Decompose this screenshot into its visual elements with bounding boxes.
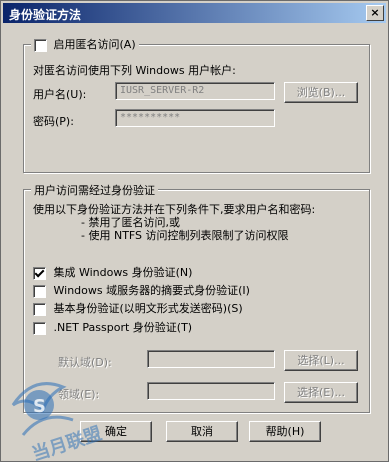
- username-field[interactable]: IUSR_SERVER-R2: [115, 82, 275, 100]
- passport-auth-label: .NET Passport 身份验证(T): [53, 321, 193, 334]
- watermark-text: 当月联盟: [29, 422, 104, 465]
- site-watermark: S 当月联盟: [3, 365, 123, 465]
- browse-button[interactable]: 浏览(B)...: [284, 82, 358, 103]
- svg-text:S: S: [33, 396, 46, 417]
- digest-auth-checkbox[interactable]: [33, 284, 46, 298]
- digest-auth-label: Windows 域服务器的摘要式身份验证(I): [53, 284, 250, 297]
- username-label: 用户名(U):: [33, 88, 87, 101]
- anonymous-account-desc: 对匿名访问使用下列 Windows 用户帐户:: [33, 64, 236, 77]
- auth-methods-dialog: 身份验证方法 × 启用匿名访问(A) 对匿名访问使用下列 Windows 用户帐…: [0, 0, 389, 465]
- auth-desc-line3: - 使用 NTFS 访问控制列表限制了访问权限: [81, 229, 289, 242]
- integrated-windows-auth-checkbox[interactable]: [33, 266, 46, 280]
- dialog-title: 身份验证方法: [9, 8, 82, 22]
- anonymous-access-checkbox[interactable]: [34, 38, 47, 52]
- watermark-logo-icon: S 当月联盟: [11, 382, 104, 465]
- passport-auth-option[interactable]: .NET Passport 身份验证(T): [33, 319, 192, 335]
- integrated-windows-auth-option[interactable]: 集成 Windows 身份验证(N): [33, 264, 192, 280]
- basic-auth-option[interactable]: 基本身份验证(以明文形式发送密码)(S): [33, 300, 243, 316]
- anonymous-access-toggle[interactable]: 启用匿名访问(A): [31, 36, 139, 52]
- passport-auth-checkbox[interactable]: [33, 321, 46, 335]
- realm-field[interactable]: [147, 382, 275, 400]
- password-label: 密码(P):: [33, 115, 74, 128]
- select-domain-button[interactable]: 选择(L)...: [284, 350, 358, 371]
- digest-auth-option[interactable]: Windows 域服务器的摘要式身份验证(I): [33, 282, 250, 298]
- cancel-button[interactable]: 取消: [166, 421, 238, 442]
- close-button[interactable]: ×: [366, 5, 384, 21]
- basic-auth-label: 基本身份验证(以明文形式发送密码)(S): [53, 302, 243, 315]
- password-field[interactable]: **********: [115, 109, 275, 127]
- basic-auth-checkbox[interactable]: [33, 302, 46, 316]
- integrated-windows-auth-label: 集成 Windows 身份验证(N): [53, 266, 193, 279]
- title-bar: 身份验证方法 ×: [3, 3, 386, 23]
- select-realm-button[interactable]: 选择(E)...: [284, 382, 358, 403]
- default-domain-field[interactable]: [147, 350, 275, 368]
- authenticated-access-legend: 用户访问需经过身份验证: [31, 182, 158, 198]
- anonymous-access-label: 启用匿名访问(A): [53, 38, 136, 51]
- help-button[interactable]: 帮助(H): [249, 421, 321, 442]
